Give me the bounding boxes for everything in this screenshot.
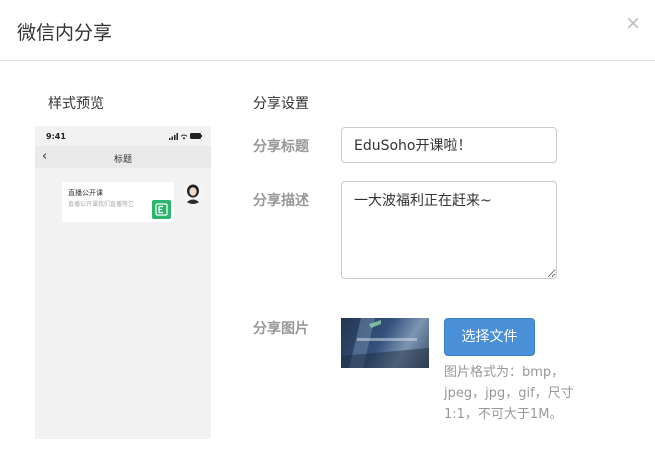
image-hint: 图片格式为：bmp，jpeg，jpg，gif，尺寸1:1，不可大于1M。 (444, 365, 574, 422)
phone-preview: 9:41 ‹ 标题 直播公开课 直播公开课我们直播等它 (35, 126, 211, 439)
phone-nav-title: 标题 (113, 155, 132, 165)
settings-label: 分享设置 (253, 96, 309, 112)
share-desc-label: 分享描述 (253, 193, 309, 209)
phone-status-bar: 9:41 (35, 126, 211, 146)
modal-title: 微信内分享 (17, 22, 113, 44)
card-desc: 直播公开课我们直播等它 (68, 201, 135, 208)
share-title-label: 分享标题 (253, 139, 309, 155)
battery-icon (190, 133, 202, 139)
share-title-input[interactable] (341, 127, 557, 163)
phone-time: 9:41 (46, 132, 66, 141)
logo-icon (152, 200, 171, 219)
avatar (182, 182, 204, 204)
share-image-thumbnail (341, 318, 429, 368)
signal-icon (169, 132, 178, 140)
share-desc-textarea[interactable]: 一大波福利正在赶来~ (341, 181, 557, 279)
phone-nav-bar: ‹ 标题 (35, 146, 211, 168)
share-modal: 微信内分享 × 样式预览 9:41 ‹ 标题 直播公开课 直播公开课我们直播等它… (0, 0, 655, 450)
wifi-icon (180, 134, 188, 139)
share-card-preview: 直播公开课 直播公开课我们直播等它 (62, 182, 174, 222)
select-file-button[interactable]: 选择文件 (444, 318, 535, 356)
status-icons (169, 131, 202, 141)
share-image-label: 分享图片 (253, 321, 309, 337)
preview-label: 样式预览 (48, 96, 104, 112)
modal-header: 微信内分享 × (0, 0, 655, 61)
close-icon[interactable]: × (625, 13, 641, 33)
card-title: 直播公开课 (68, 189, 103, 197)
